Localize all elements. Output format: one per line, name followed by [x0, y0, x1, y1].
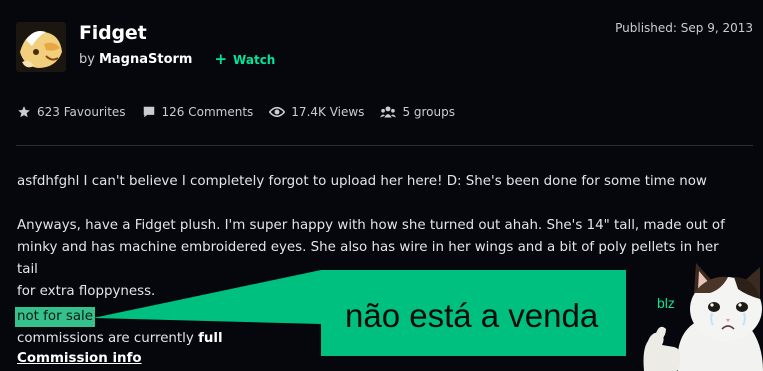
commission-info-link[interactable]: Commission info: [17, 351, 142, 366]
views-stat: 17.4K Views: [269, 105, 364, 119]
watch-button[interactable]: + Watch: [214, 52, 275, 67]
favourites-stat[interactable]: 623 Favourites: [17, 105, 126, 119]
stats-bar: 623 Favourites 126 Comments 17.4K Views: [17, 105, 455, 119]
commissions-status: commissions are currently full: [17, 329, 223, 349]
author-link[interactable]: MagnaStorm: [99, 52, 193, 67]
watch-label: Watch: [233, 52, 276, 67]
star-icon: [18, 106, 30, 118]
eye-icon: [269, 106, 286, 118]
views-count: 17.4K Views: [291, 105, 365, 119]
groups-icon: [380, 106, 397, 118]
avatar-image: [16, 22, 66, 72]
description-para2-line-2: minky and has machine embroidered eyes. …: [17, 240, 719, 277]
meme-caption: blz: [657, 295, 675, 311]
groups-count: 5 groups: [402, 105, 455, 119]
not-for-sale-text: not for sale: [15, 307, 95, 327]
deviation-page: Fidget by MagnaStorm + Watch Published: …: [0, 0, 763, 371]
author-avatar[interactable]: [16, 22, 66, 72]
crying-cat-image: [638, 263, 763, 371]
comments-count: 126 Comments: [161, 105, 254, 119]
description-line-1: asfdhfghl I can't believe I completely f…: [17, 174, 707, 189]
commissions-state: full: [198, 331, 223, 346]
section-divider: [16, 145, 753, 146]
plus-icon: +: [214, 50, 228, 68]
groups-stat[interactable]: 5 groups: [380, 105, 455, 119]
by-prefix: by: [79, 52, 95, 67]
description-para2-line-1: Anyways, have a Fidget plush. I'm super …: [17, 218, 725, 233]
callout-text: não está a venda: [345, 297, 599, 334]
commissions-prefix: commissions are currently: [17, 331, 199, 346]
byline: by MagnaStorm + Watch: [79, 52, 275, 68]
crying-cat-illustration: [638, 263, 763, 371]
published-date: Published: Sep 9, 2013: [615, 21, 753, 35]
comments-stat[interactable]: 126 Comments: [142, 105, 254, 119]
comment-icon: [143, 106, 154, 118]
favourites-count: 623 Favourites: [37, 105, 126, 119]
deviation-title: Fidget: [79, 22, 147, 44]
